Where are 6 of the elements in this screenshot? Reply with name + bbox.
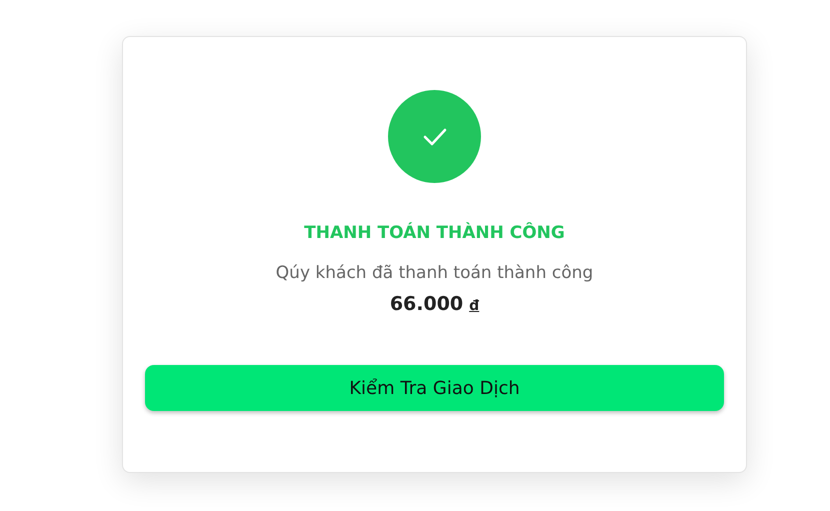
currency-symbol: đ — [469, 298, 480, 314]
success-message: Qúy khách đã thanh toán thành công — [276, 263, 594, 283]
check-circle-icon — [388, 90, 481, 183]
check-transaction-button[interactable]: Kiểm Tra Giao Dịch — [145, 365, 724, 411]
amount-text: 66.000 — [390, 293, 464, 315]
success-title: THANH TOÁN THÀNH CÔNG — [304, 223, 565, 243]
